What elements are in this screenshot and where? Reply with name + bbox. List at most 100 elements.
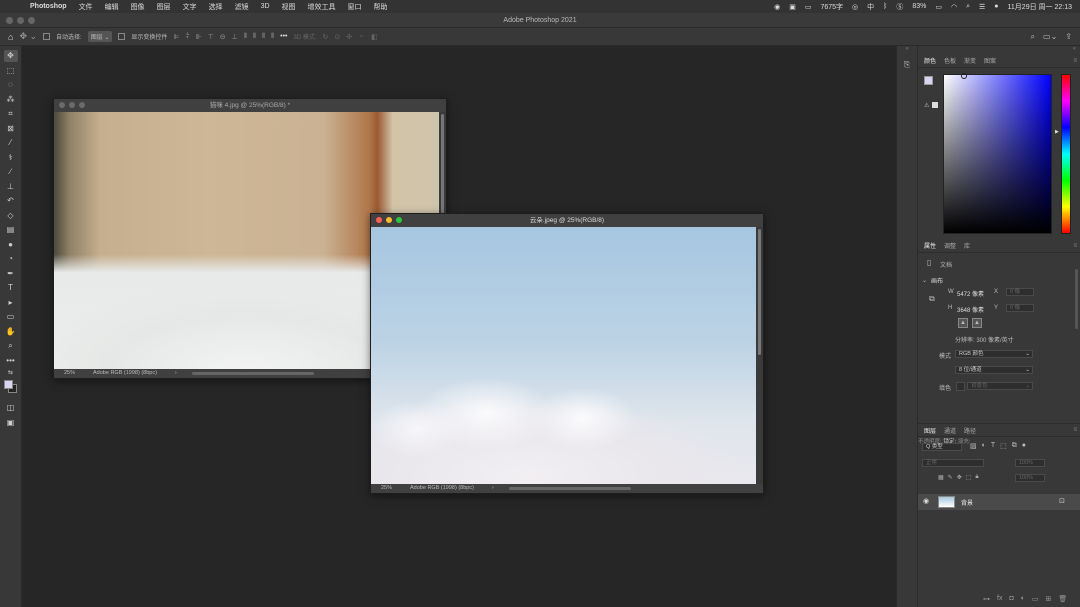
tab-patterns[interactable]: 图案 xyxy=(984,56,996,65)
layer-lock-icon[interactable]: ⊡ xyxy=(1059,497,1065,505)
mode-dropdown[interactable]: RGB 颜色 ⌄ xyxy=(955,350,1033,358)
align-top-icon[interactable]: ⊤ xyxy=(208,33,214,41)
display-icon[interactable]: ▣ xyxy=(789,3,796,11)
search-icon[interactable]: ⌕ xyxy=(1031,32,1035,42)
collapse-arrows-icon[interactable]: » xyxy=(897,46,917,56)
link-icon[interactable]: ⧉ xyxy=(929,294,935,304)
history-brush-tool-icon[interactable]: ↶ xyxy=(4,195,18,207)
menu-select[interactable]: 选择 xyxy=(209,2,223,12)
3d-pan-icon[interactable]: ✣ xyxy=(346,33,352,41)
lock-pixels-icon[interactable]: ✎ xyxy=(948,474,953,481)
layer-name[interactable]: 背景 xyxy=(961,498,973,507)
tab-swatches[interactable]: 色板 xyxy=(944,56,956,65)
filter-pixel-icon[interactable]: ▨ xyxy=(970,442,977,450)
siri-icon[interactable]: ● xyxy=(994,3,998,10)
menu-image[interactable]: 图像 xyxy=(131,2,145,12)
marquee-tool-icon[interactable]: ⬚ xyxy=(4,65,18,77)
share-icon[interactable]: ⇪ xyxy=(1065,32,1072,42)
minimize-window-button[interactable] xyxy=(17,17,24,24)
doc-zoom-button[interactable] xyxy=(79,102,85,108)
fill-color-swatch[interactable] xyxy=(956,382,965,391)
align-middle-icon[interactable]: ⊝ xyxy=(220,33,226,41)
swap-colors-icon[interactable]: ⇆ xyxy=(4,369,18,377)
panel-menu-icon[interactable]: ≡ xyxy=(1073,243,1077,249)
hand-tool-icon[interactable]: ✋ xyxy=(4,326,18,338)
type-tool-icon[interactable]: T xyxy=(4,282,18,294)
crop-tool-icon[interactable]: ⌗ xyxy=(4,108,18,120)
move-tool-preset-icon[interactable]: ✥ ⌄ xyxy=(19,31,37,42)
filter-type-icon[interactable]: T xyxy=(991,442,995,450)
hue-slider[interactable] xyxy=(1061,74,1071,234)
distribute-center-icon[interactable]: ⦀ xyxy=(253,33,256,41)
home-icon[interactable]: ⌂ xyxy=(8,32,13,42)
width-value[interactable]: 5472 像素 xyxy=(957,289,984,298)
canvas-chevron-icon[interactable]: ⌄ xyxy=(922,277,927,284)
more-tools-icon[interactable]: ••• xyxy=(4,355,18,367)
bit-depth-dropdown[interactable]: 8 位/通道 ⌄ xyxy=(955,366,1033,374)
move-tool-icon[interactable]: ✥ xyxy=(3,50,18,62)
control-center-icon[interactable]: ☰ xyxy=(979,3,985,11)
fill-opacity-field[interactable]: 100% xyxy=(1015,474,1045,482)
menu-app-name[interactable]: Photoshop xyxy=(30,3,67,10)
menu-help[interactable]: 帮助 xyxy=(374,2,388,12)
bluetooth-icon[interactable]: ᛒ xyxy=(883,3,887,10)
frame-tool-icon[interactable]: ⊠ xyxy=(4,123,18,135)
panel-menu-icon[interactable]: ≡ xyxy=(1073,58,1077,64)
menu-edit[interactable]: 编辑 xyxy=(105,2,119,12)
show-transform-checkbox[interactable] xyxy=(118,33,126,40)
link-layers-icon[interactable]: ⊶ xyxy=(983,595,990,603)
tab-channels[interactable]: 通道 xyxy=(944,426,956,435)
layer-filter-dropdown[interactable]: Q 类型 xyxy=(922,443,962,451)
path-selection-tool-icon[interactable]: ▸ xyxy=(4,297,18,309)
brush-tool-icon[interactable]: ∕ xyxy=(4,166,18,178)
x-field[interactable]: 0 像 xyxy=(1006,288,1034,296)
hue-slider-arrow[interactable]: ▶ xyxy=(1055,129,1059,135)
doc-minimize-button[interactable] xyxy=(69,102,75,108)
align-bottom-icon[interactable]: ⊥ xyxy=(232,33,238,41)
filter-smart-object-icon[interactable]: ⧉ xyxy=(1012,442,1017,450)
delete-layer-icon[interactable]: 🗑︎ xyxy=(1058,595,1067,603)
gradient-tool-icon[interactable]: ▤ xyxy=(4,224,18,236)
zoom-window-button[interactable] xyxy=(28,17,35,24)
foreground-color-swatch[interactable] xyxy=(3,380,13,389)
wifi-icon[interactable]: ◠ xyxy=(951,3,957,11)
panel-menu-icon[interactable]: ≡ xyxy=(1073,427,1077,433)
lock-position-icon[interactable]: ✥ xyxy=(957,474,962,481)
doc-zoom-level[interactable]: 25% xyxy=(64,369,75,378)
doc-minimize-button[interactable] xyxy=(386,217,392,223)
quick-mask-icon[interactable]: ◫ xyxy=(4,402,18,414)
tab-adjustments[interactable]: 调整 xyxy=(944,241,956,250)
align-center-icon[interactable]: ⫩ xyxy=(186,33,190,41)
doc-close-button[interactable] xyxy=(376,217,382,223)
doc-close-button[interactable] xyxy=(59,102,65,108)
clone-stamp-tool-icon[interactable]: ⊥ xyxy=(4,181,18,193)
tab-gradients[interactable]: 渐变 xyxy=(964,56,976,65)
doc-titlebar[interactable]: 猫咪 4.jpg @ 25%(RGB/8) * xyxy=(54,99,446,112)
document-window-clouds[interactable]: 云朵.jpeg @ 25%(RGB/8) 25% Adobe RGB (1998… xyxy=(370,213,764,494)
tab-layers[interactable]: 图层 xyxy=(924,426,936,435)
lock-transparent-icon[interactable]: ▦ xyxy=(938,474,944,481)
menu-view[interactable]: 视图 xyxy=(282,2,296,12)
adjustment-layer-icon[interactable]: ◐ xyxy=(1021,595,1025,603)
eye-icon[interactable]: ◉ xyxy=(923,497,929,505)
blur-tool-icon[interactable]: ● xyxy=(4,239,18,251)
add-mask-icon[interactable]: ◘ xyxy=(1009,595,1013,603)
new-layer-icon[interactable]: ⊞ xyxy=(1046,595,1052,603)
doc-hscroll-thumb[interactable] xyxy=(509,487,631,490)
doc-status-arrow-icon[interactable]: › xyxy=(175,369,177,378)
new-group-icon[interactable]: ▭ xyxy=(1032,595,1039,603)
history-icon[interactable]: ⎘ xyxy=(902,60,912,70)
magic-wand-tool-icon[interactable]: ⁂ xyxy=(4,94,18,106)
workspace-icon[interactable]: ▭⌄ xyxy=(1043,32,1057,42)
height-value[interactable]: 3648 像素 xyxy=(957,305,984,314)
s-app-icon[interactable]: Ⓢ xyxy=(896,2,903,12)
word-count[interactable]: 7675字 xyxy=(820,2,843,12)
lock-artboard-icon[interactable]: ⬚ xyxy=(966,474,972,481)
align-left-icon[interactable]: ⊫ xyxy=(173,33,179,41)
menu-window[interactable]: 窗口 xyxy=(348,2,362,12)
web-safe-swatch[interactable] xyxy=(932,102,938,108)
color-fg-swatch[interactable] xyxy=(924,76,933,85)
doc-vscroll-thumb[interactable] xyxy=(758,229,761,355)
filter-toggle-icon[interactable]: ● xyxy=(1022,442,1026,450)
doc-zoom-button[interactable] xyxy=(396,217,402,223)
